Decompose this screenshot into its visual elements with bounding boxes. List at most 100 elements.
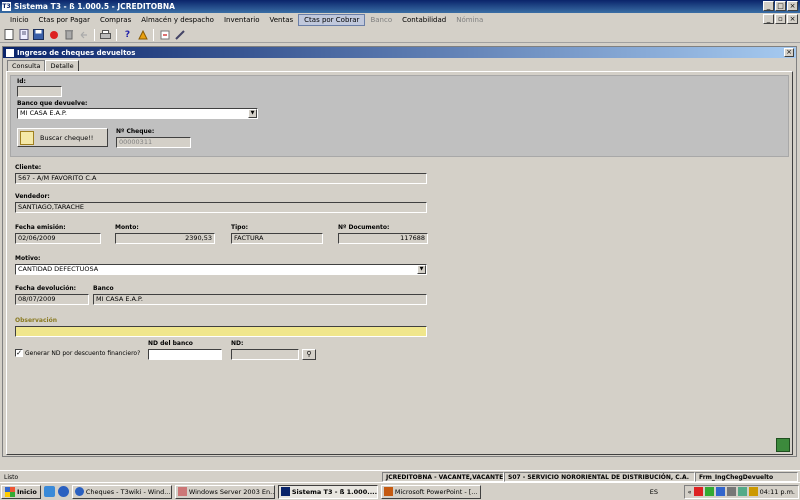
volume-icon[interactable] [726, 487, 736, 496]
task-windows-server[interactable]: Windows Server 2003 En... [174, 484, 275, 499]
status-form: Frm_IngChegDevuelto [695, 471, 798, 482]
ndoc-label: Nº Documento: [338, 224, 390, 231]
tab-strip: Consulta Detalle [7, 60, 79, 72]
mdi-area: Ingreso de cheques devueltos × Consulta … [0, 44, 800, 470]
binoculars-icon[interactable]: ⚲ [302, 349, 316, 360]
task-sistema-t3[interactable]: Sistema T3 - ß 1.000.... [277, 484, 378, 499]
system-tray: « 04:11 p.m. [683, 484, 799, 499]
desktop-icon[interactable] [43, 486, 55, 497]
id-field[interactable] [17, 86, 62, 97]
status-text: Listo [4, 473, 19, 481]
task-powerpoint[interactable]: Microsoft PowerPoint - [... [380, 484, 481, 499]
tab-panel-detalle: Id: Banco que devuelve: MI CASA E.A.P. ▼… [6, 71, 793, 455]
task-cheques[interactable]: Cheques - T3wiki - Wind... [71, 484, 172, 499]
open-icon[interactable] [17, 28, 30, 41]
chevron-down-icon[interactable]: ▼ [248, 109, 257, 118]
fecha-devolucion-field[interactable]: 08/07/2009 [15, 294, 89, 305]
motivo-select[interactable]: CANTIDAD DEFECTUOSA ▼ [15, 264, 427, 275]
menu-ctas-por-pagar[interactable]: Ctas por Pagar [34, 14, 95, 26]
banco-devuelve-label: Banco que devuelve: [17, 100, 88, 107]
nd-banco-field[interactable] [148, 349, 222, 360]
mdi-close-button[interactable]: × [787, 14, 798, 24]
close-doc-icon[interactable] [158, 28, 171, 41]
toolbar-separator [116, 28, 117, 41]
pointer-icon[interactable] [136, 28, 149, 41]
search-cheque-icon [20, 130, 34, 145]
status-company: S07 - SERVICIO NORORIENTAL DE DISTRIBUCI… [504, 471, 695, 482]
toolbar: ? [0, 27, 800, 43]
antivirus-icon[interactable] [693, 487, 703, 496]
vendedor-field[interactable]: SANTIAGO,TARACHE [15, 202, 427, 213]
buscar-cheque-button[interactable]: Buscar cheque!! [17, 128, 108, 147]
search-group: Id: Banco que devuelve: MI CASA E.A.P. ▼… [10, 75, 789, 157]
id-label: Id: [17, 78, 26, 85]
fecha-devolucion-label: Fecha devolución: [15, 285, 77, 292]
observacion-field[interactable] [15, 326, 427, 337]
nd-field[interactable] [231, 349, 299, 360]
menu-contabilidad[interactable]: Contabilidad [397, 14, 451, 26]
ncheque-field[interactable]: 00000311 [116, 137, 191, 148]
observacion-label: Observación [15, 317, 57, 324]
menu-nomina[interactable]: Nómina [451, 14, 488, 26]
generar-nd-checkbox[interactable]: ✓ [15, 349, 23, 357]
menu-ctas-por-cobrar[interactable]: Ctas por Cobrar [298, 14, 366, 26]
undo-icon[interactable] [77, 28, 90, 41]
monto-field[interactable]: 2390,53 [115, 233, 215, 244]
mdi-minimize-button[interactable]: _ [763, 14, 774, 24]
toolbar-separator [94, 28, 95, 41]
child-close-button[interactable]: × [784, 48, 794, 57]
status-user: JCREDITOBNA - VACANTE,VACANTE [382, 471, 504, 482]
menu-inicio[interactable]: Inicio [5, 14, 34, 26]
save-icon[interactable] [32, 28, 45, 41]
menu-bar: Inicio Ctas por Pagar Compras Almacén y … [0, 13, 800, 27]
tray-monitor-icon[interactable] [737, 487, 747, 496]
maximize-button[interactable]: □ [775, 1, 786, 11]
start-button[interactable]: Inicio [1, 484, 41, 499]
print-icon[interactable] [99, 28, 112, 41]
motivo-label: Motivo: [15, 255, 41, 262]
close-button[interactable]: × [787, 1, 798, 11]
new-icon[interactable] [2, 28, 15, 41]
menu-banco[interactable]: Banco [365, 14, 397, 26]
window-title: Sistema T3 - ß 1.000.5 - JCREDITOBNA [14, 2, 175, 11]
tray-app-icon[interactable] [704, 487, 714, 496]
app-icon: T3 [2, 2, 11, 11]
help-icon[interactable]: ? [121, 28, 134, 41]
tray-security-icon[interactable] [748, 487, 758, 496]
tray-expand-icon[interactable]: « [688, 488, 692, 496]
mdi-restore-button[interactable]: ▫ [775, 14, 786, 24]
child-titlebar: Ingreso de cheques devueltos [3, 47, 796, 58]
menu-ventas[interactable]: Ventas [264, 14, 298, 26]
task-label: Windows Server 2003 En... [188, 487, 275, 496]
banco-field[interactable]: MI CASA E.A.P. [93, 294, 427, 305]
windows-logo-icon [5, 486, 15, 497]
menu-inventario[interactable]: Inventario [219, 14, 265, 26]
fecha-emision-field[interactable]: 02/06/2009 [15, 233, 101, 244]
cliente-field[interactable]: 567 - A/M FAVORITO C.A [15, 173, 427, 184]
server-icon [177, 487, 187, 496]
tipo-field[interactable]: FACTURA [231, 233, 323, 244]
toolbar-separator [153, 28, 154, 41]
chevron-down-icon[interactable]: ▼ [417, 265, 426, 274]
nd-label: ND: [231, 340, 244, 347]
tab-consulta[interactable]: Consulta [7, 60, 46, 71]
banco-devuelve-select[interactable]: MI CASA E.A.P. ▼ [17, 108, 258, 119]
minimize-button[interactable]: _ [763, 1, 774, 11]
ncheque-label: Nº Cheque: [116, 128, 155, 135]
ndoc-field[interactable]: 117688 [338, 233, 428, 244]
network-icon[interactable] [715, 487, 725, 496]
menu-almacen[interactable]: Almacén y despacho [136, 14, 219, 26]
menu-compras[interactable]: Compras [95, 14, 136, 26]
language-indicator[interactable]: ES [650, 488, 658, 496]
app-status-icon [776, 438, 790, 452]
child-window: Ingreso de cheques devueltos × Consulta … [2, 46, 797, 457]
record-icon[interactable] [47, 28, 60, 41]
taskbar: Inicio Cheques - T3wiki - Wind... Window… [0, 482, 800, 500]
delete-icon[interactable] [62, 28, 75, 41]
task-label: Sistema T3 - ß 1.000.... [291, 487, 378, 496]
tool-icon[interactable] [173, 28, 186, 41]
t3-icon [280, 487, 290, 496]
tipo-label: Tipo: [231, 224, 248, 231]
child-title: Ingreso de cheques devueltos [17, 48, 136, 57]
internet-explorer-icon[interactable] [57, 486, 69, 497]
